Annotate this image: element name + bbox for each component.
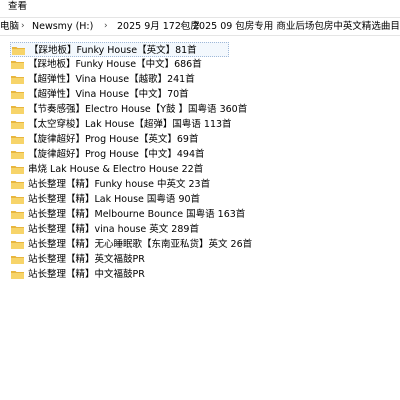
folder-name: 【太空穿梭】Lak House【超弹】国粤语 113首: [28, 119, 232, 130]
folder-item[interactable]: 站长整理【精】Melbourne Bounce 国粤语 163首: [10, 207, 245, 222]
folder-name: 【超弹性】Vina House【越歌】241首: [28, 74, 195, 85]
folder-item[interactable]: 【超弹性】Vina House【中文】70首: [10, 87, 229, 102]
breadcrumb-computer[interactable]: 电脑: [0, 18, 19, 35]
folder-name: 【旋律超好】Prog House【中文】494首: [28, 149, 205, 160]
breadcrumb-folder-current[interactable]: 2025 09 包房专用 商业后场包房中英文精选曲目48G: [193, 18, 400, 35]
folder-name: 站长整理【精】Lak House 国粤语 90首: [28, 194, 201, 205]
breadcrumb-drive[interactable]: Newsmy (H:): [32, 18, 93, 35]
breadcrumb-folder-month[interactable]: 2025 9月 172包房: [117, 18, 200, 35]
folder-name: 站长整理【精】Funky house 中英文 23首: [28, 179, 211, 190]
folder-item[interactable]: 【旋律超好】Prog House【中文】494首: [10, 147, 229, 162]
folder-name: 【踩地板】Funky House【英文】81首: [29, 45, 197, 56]
chevron-right-icon[interactable]: ›: [180, 18, 184, 35]
folder-icon: [11, 196, 24, 204]
folder-icon: [12, 47, 25, 55]
folder-item[interactable]: 串烧 Lak House & Electro House 22首: [10, 162, 229, 177]
folder-name: 站长整理【精】无心睡眠歌【东南亚私货】英文 26首: [28, 239, 253, 250]
chevron-right-icon[interactable]: ›: [21, 18, 25, 35]
folder-item[interactable]: 站长整理【精】vina house 英文 289首: [10, 222, 229, 237]
folder-icon: [11, 226, 24, 234]
folder-item[interactable]: 【踩地板】Funky House【中文】686首: [10, 57, 229, 72]
folder-icon: [11, 211, 24, 219]
folder-item[interactable]: 【节奏感强】Electro House【Y鼓 】国粤语 360首: [10, 102, 247, 117]
folder-icon: [11, 271, 24, 279]
folder-name: 站长整理【精】Melbourne Bounce 国粤语 163首: [28, 209, 246, 220]
folder-name: 【旋律超好】Prog House【英文】69首: [28, 134, 199, 145]
folder-icon: [11, 166, 24, 174]
menu-bar: 查看: [0, 0, 400, 14]
folder-name: 站长整理【精】中文福鼓PR: [28, 269, 145, 280]
folder-icon: [11, 256, 24, 264]
folder-item[interactable]: 站长整理【精】无心睡眠歌【东南亚私货】英文 26首: [10, 237, 252, 252]
folder-name: 串烧 Lak House & Electro House 22首: [28, 164, 204, 175]
folder-icon: [11, 151, 24, 159]
folder-icon: [11, 91, 24, 99]
folder-name: 【踩地板】Funky House【中文】686首: [28, 59, 202, 70]
folder-name: 站长整理【精】vina house 英文 289首: [28, 224, 199, 235]
folder-item[interactable]: 站长整理【精】Funky house 中英文 23首: [10, 177, 229, 192]
folder-icon: [11, 106, 24, 114]
folder-icon: [11, 76, 24, 84]
folder-item[interactable]: 站长整理【精】英文福鼓PR: [10, 252, 229, 267]
folder-item[interactable]: 【踩地板】Funky House【英文】81首: [10, 42, 229, 57]
folder-icon: [11, 121, 24, 129]
address-bar[interactable]: 电脑 › Newsmy (H:) › 2025 9月 172包房 › 2025 …: [0, 17, 400, 36]
folder-item[interactable]: 【旋律超好】Prog House【英文】69首: [10, 132, 229, 147]
folder-icon: [11, 241, 24, 249]
folder-icon: [11, 136, 24, 144]
folder-name: 站长整理【精】英文福鼓PR: [28, 254, 145, 265]
folder-name: 【超弹性】Vina House【中文】70首: [28, 89, 189, 100]
folder-name: 【节奏感强】Electro House【Y鼓 】国粤语 360首: [28, 104, 248, 115]
chevron-right-icon[interactable]: ›: [104, 18, 108, 35]
folder-item[interactable]: 站长整理【精】Lak House 国粤语 90首: [10, 192, 229, 207]
folder-item[interactable]: 【太空穿梭】Lak House【超弹】国粤语 113首: [10, 117, 232, 132]
folder-item[interactable]: 【超弹性】Vina House【越歌】241首: [10, 72, 229, 87]
folder-icon: [11, 181, 24, 189]
folder-item[interactable]: 站长整理【精】中文福鼓PR: [10, 267, 229, 282]
menu-view[interactable]: 查看: [8, 0, 27, 14]
folder-icon: [11, 61, 24, 69]
